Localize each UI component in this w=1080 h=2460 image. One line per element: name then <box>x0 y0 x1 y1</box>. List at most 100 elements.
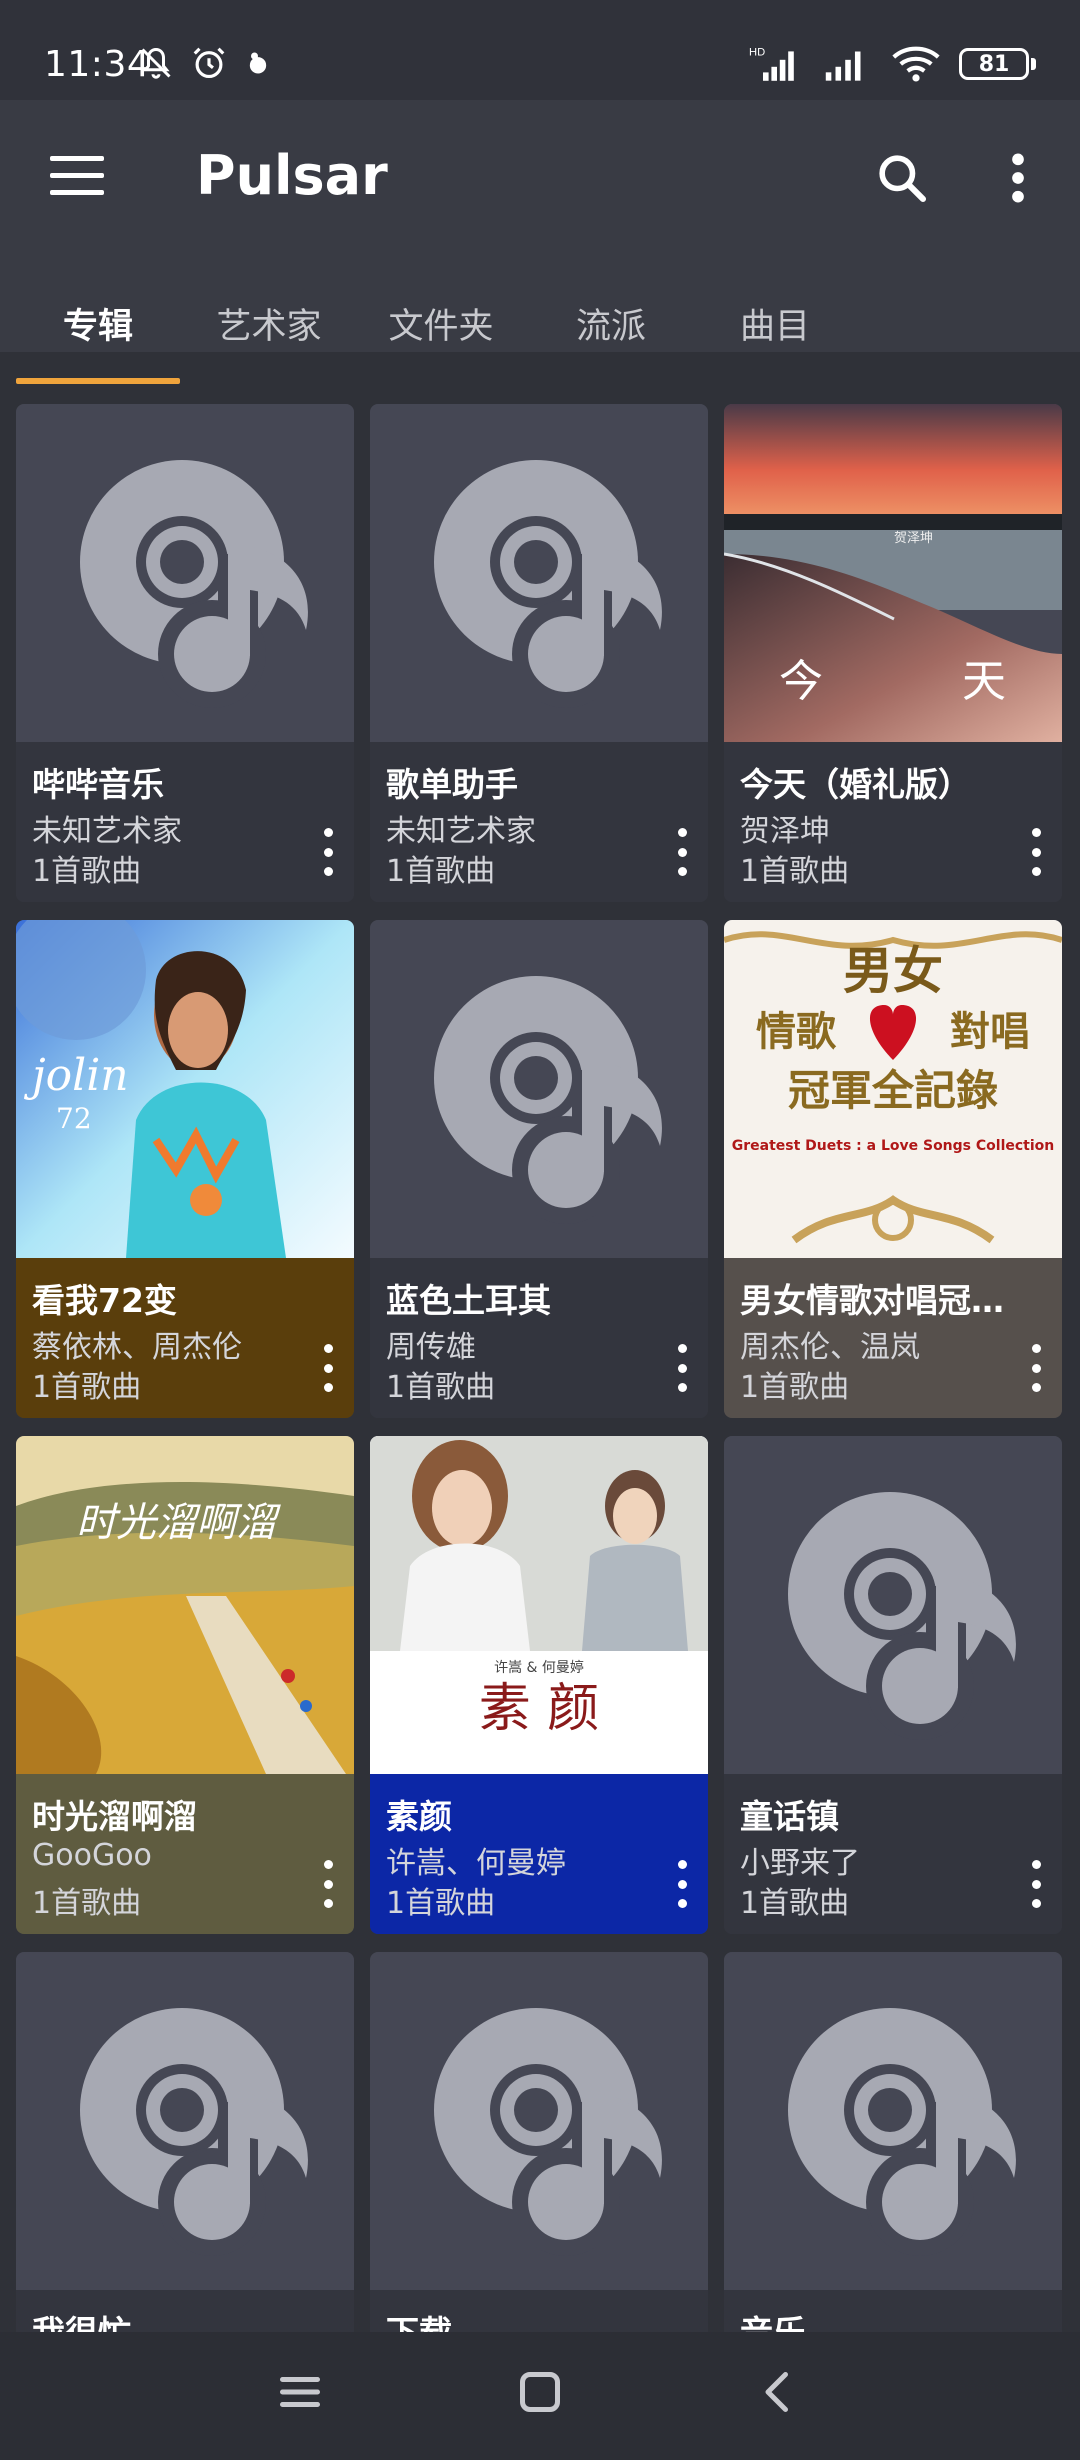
more-vert-icon[interactable] <box>674 1344 690 1392</box>
cover-text: 天 <box>962 656 1006 707</box>
album-card[interactable]: 哔哔音乐 未知艺术家 1首歌曲 <box>16 404 354 902</box>
album-info: 我很忙 <box>16 2290 354 2332</box>
album-card[interactable]: 音乐 <box>724 1952 1062 2332</box>
album-artist: GooGoo <box>32 1838 152 1873</box>
cover-text: 冠軍全記錄 <box>788 1066 998 1115</box>
more-vert-icon[interactable] <box>1028 1344 1044 1392</box>
album-cover-image: 贺泽坤 今 天 <box>724 404 1062 742</box>
album-cover-image: jolin 72 <box>16 920 354 1258</box>
album-card[interactable]: 贺泽坤 今 天 今天（婚礼版） 贺泽坤 1首歌曲 <box>724 404 1062 902</box>
tab-label: 艺术家 <box>216 307 322 347</box>
album-title: 歌单助手 <box>386 765 518 804</box>
jolin-72-art: jolin 72 <box>16 920 354 1258</box>
battery-icon: 81 <box>959 48 1029 80</box>
wheat-field-art: 时光溜啊溜 <box>16 1436 354 1774</box>
album-title: 我很忙 <box>32 2306 338 2332</box>
more-vert-icon[interactable] <box>674 828 690 876</box>
tab-albums[interactable]: 专辑 <box>16 298 180 349</box>
more-vert-icon[interactable] <box>320 1860 336 1908</box>
album-card[interactable]: 蓝色土耳其 周传雄 1首歌曲 <box>370 920 708 1418</box>
album-title: 童话镇 <box>740 1797 839 1836</box>
album-info: 音乐 <box>724 2290 1062 2332</box>
more-vert-icon[interactable] <box>674 1860 690 1908</box>
cover-text: 72 <box>56 1102 92 1135</box>
album-cover-image: 许嵩 & 何曼婷 素 颜 <box>370 1436 708 1774</box>
disc-music-icon <box>434 460 662 708</box>
album-card[interactable]: 许嵩 & 何曼婷 素 颜 素颜 许嵩、何曼婷 1首歌曲 <box>370 1436 708 1934</box>
album-info: 童话镇 小野来了 1首歌曲 <box>724 1774 1062 1934</box>
album-artist: 蔡依林、周杰伦 <box>32 1330 242 1365</box>
album-cover-placeholder <box>724 1952 1062 2290</box>
album-cover-placeholder <box>370 920 708 1258</box>
album-info: 哔哔音乐 未知艺术家 1首歌曲 <box>16 742 354 902</box>
more-vert-icon[interactable] <box>1028 828 1044 876</box>
album-info: 男女情歌对唱冠… 周杰伦、温岚 1首歌曲 <box>724 1258 1062 1418</box>
album-info: 素颜 许嵩、何曼婷 1首歌曲 <box>370 1774 708 1934</box>
album-song-count: 1首歌曲 <box>386 1886 496 1921</box>
album-info: 下载 <box>370 2290 708 2332</box>
tab-label: 曲目 <box>739 307 810 347</box>
cover-text: 情歌 <box>756 1008 837 1055</box>
album-artist: 贺泽坤 <box>740 814 830 849</box>
album-title: 哔哔音乐 <box>32 765 164 804</box>
tab-label: 专辑 <box>62 307 133 347</box>
back-icon[interactable] <box>748 2362 808 2422</box>
disc-music-icon <box>434 976 662 1224</box>
album-artist: 小野来了 <box>740 1846 860 1881</box>
tab-songs[interactable]: 曲目 <box>710 298 840 349</box>
album-card[interactable]: 男女 情歌 對唱 冠軍全記錄 Greatest Duets : a Love S… <box>724 920 1062 1418</box>
album-info: 今天（婚礼版） 贺泽坤 1首歌曲 <box>724 742 1062 902</box>
battery-group: 81 <box>959 48 1036 80</box>
album-song-count: 1首歌曲 <box>32 1886 142 1921</box>
album-song-count: 1首歌曲 <box>32 854 142 889</box>
album-artist: 未知艺术家 <box>386 814 536 849</box>
wifi-icon <box>892 46 940 82</box>
tab-artists[interactable]: 艺术家 <box>196 298 342 349</box>
album-cover-placeholder <box>16 404 354 742</box>
album-title: 今天（婚礼版） <box>740 765 971 804</box>
album-title: 看我72变 <box>32 1281 177 1320</box>
recent-apps-icon[interactable] <box>270 2362 330 2422</box>
tab-label: 流派 <box>575 307 646 347</box>
su-yan-art: 许嵩 & 何曼婷 素 颜 <box>370 1436 708 1774</box>
more-vert-icon[interactable] <box>320 1344 336 1392</box>
cover-text: 男女 <box>843 941 943 1000</box>
album-info: 蓝色土耳其 周传雄 1首歌曲 <box>370 1258 708 1418</box>
album-card[interactable]: 我很忙 <box>16 1952 354 2332</box>
cover-text: 今 <box>779 656 823 707</box>
album-song-count: 1首歌曲 <box>386 854 496 889</box>
status-left-icons <box>138 44 272 82</box>
cover-text: 對唱 <box>950 1008 1030 1055</box>
album-title: 音乐 <box>740 2306 1046 2332</box>
tab-folders[interactable]: 文件夹 <box>368 298 514 349</box>
more-vert-icon[interactable] <box>320 828 336 876</box>
status-bar: 11:34 HD 81 <box>0 0 1080 100</box>
album-card[interactable]: 童话镇 小野来了 1首歌曲 <box>724 1436 1062 1934</box>
signal-icon: HD <box>749 47 794 81</box>
beach-sunset-art: 贺泽坤 今 天 <box>724 404 1062 742</box>
cover-text: 素 颜 <box>479 1679 600 1739</box>
album-card[interactable]: 歌单助手 未知艺术家 1首歌曲 <box>370 404 708 902</box>
album-cover-placeholder <box>724 1436 1062 1774</box>
disc-music-icon <box>788 2008 1016 2256</box>
album-artist: 许嵩、何曼婷 <box>386 1846 566 1881</box>
system-nav-bar <box>0 2332 1080 2460</box>
network-label: HD <box>749 47 765 59</box>
tab-genres[interactable]: 流派 <box>546 298 676 349</box>
signal-icon-2 <box>825 51 861 81</box>
album-card[interactable]: 时光溜啊溜 时光溜啊溜 GooGoo 1首歌曲 <box>16 1436 354 1934</box>
album-title: 蓝色土耳其 <box>386 1281 551 1320</box>
menu-icon[interactable] <box>50 156 104 200</box>
album-card[interactable]: jolin 72 看我72变 蔡依林、周杰伦 1首歌曲 <box>16 920 354 1418</box>
album-song-count: 1首歌曲 <box>32 1370 142 1405</box>
album-card[interactable]: 下载 <box>370 1952 708 2332</box>
alarm-icon <box>193 47 225 79</box>
more-vert-icon[interactable] <box>1028 1860 1044 1908</box>
album-cover-placeholder <box>16 1952 354 2290</box>
disc-music-icon <box>434 2008 662 2256</box>
search-icon[interactable] <box>874 150 930 206</box>
album-info: 时光溜啊溜 GooGoo 1首歌曲 <box>16 1774 354 1934</box>
more-vert-icon[interactable] <box>1006 150 1030 206</box>
home-icon[interactable] <box>510 2362 570 2422</box>
album-song-count: 1首歌曲 <box>386 1370 496 1405</box>
